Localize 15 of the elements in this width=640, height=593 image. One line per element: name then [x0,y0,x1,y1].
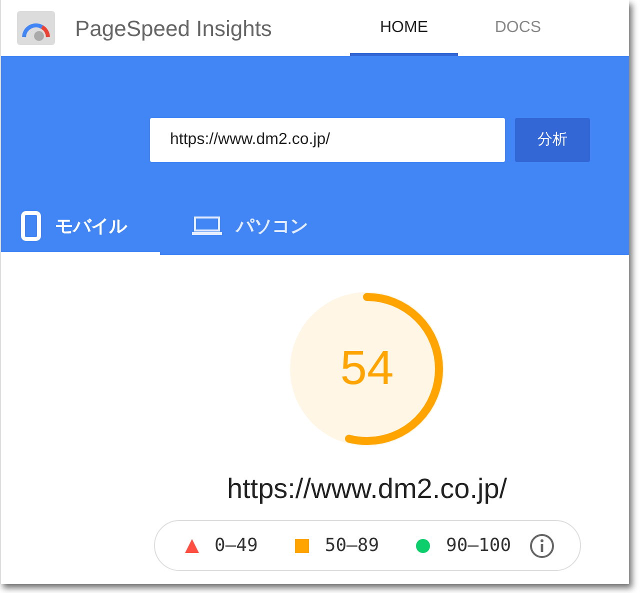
page-url: https://www.dm2.co.jp/ [226,472,508,506]
url-input[interactable]: https://www.dm2.co.jp/ [150,118,505,162]
legend-label: 0–49 [214,534,258,558]
device-tab[interactable]: モバイル [1,200,160,255]
logo-icon [17,11,55,45]
device-tab[interactable]: パソコン [172,200,324,255]
legend-label: 90–100 [446,534,512,558]
nav-tab[interactable]: DOCS [464,0,572,56]
legend-label: 50–89 [324,534,380,558]
analyze-button[interactable]: 分析 [515,118,590,162]
info-icon[interactable] [529,532,556,558]
app-title: PageSpeed Insights [75,14,272,43]
phone-icon [21,211,41,241]
laptop-icon [192,216,222,236]
score-value: 54 [340,341,394,397]
